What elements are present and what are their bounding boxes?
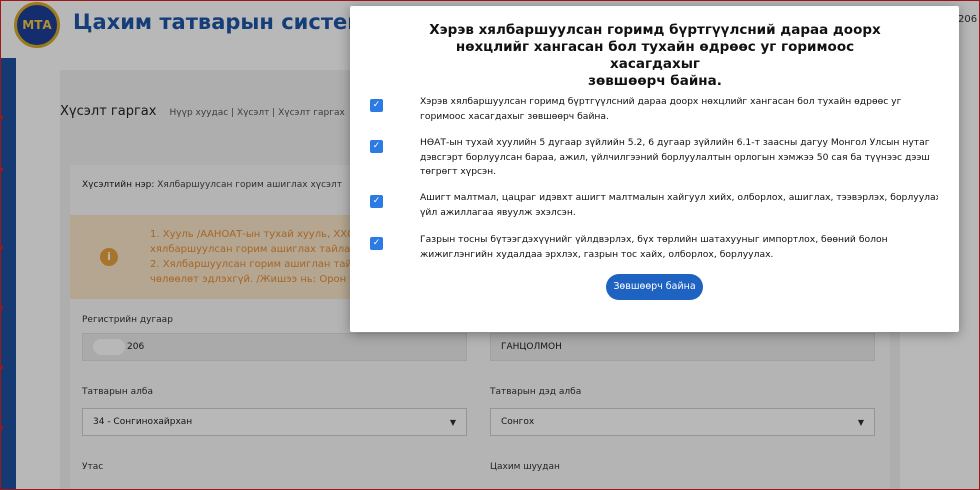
consent-modal: Хэрэв хялбаршуулсан горимд бүртгүүлсний …	[350, 6, 959, 332]
condition-text: НӨАТ-ын тухай хуулийн 5 дугаар зүйлийн 5…	[420, 136, 938, 180]
condition-line: Хэрэв хялбаршуулсан горимд бүртгүүлсний …	[420, 96, 902, 107]
condition-checkbox[interactable]: ✓	[370, 237, 383, 250]
modal-title-line: нөхцлийг хангасан бол тухайн өдрөөс уг г…	[455, 39, 855, 72]
condition-checkbox[interactable]: ✓	[370, 99, 383, 112]
condition-line: Ашигт малтмал, цацраг идэвхт ашигт малтм…	[420, 192, 938, 203]
condition-text: Хэрэв хялбаршуулсан горимд бүртгүүлсний …	[420, 95, 938, 124]
modal-title-line: Хэрэв хялбаршуулсан горимд бүртгүүлсний …	[429, 22, 881, 38]
condition-line: үйл ажиллагаа явуулж эхэлсэн.	[420, 206, 576, 218]
agree-button[interactable]: Зөвшөөрч байна	[606, 274, 703, 300]
condition-text: Ашигт малтмал, цацраг идэвхт ашигт малтм…	[420, 191, 938, 220]
condition-checkbox[interactable]: ✓	[370, 195, 383, 208]
condition-line: НӨАТ-ын тухай хуулийн 5 дугаар зүйлийн 5…	[420, 137, 930, 148]
condition-line: Газрын тосны бүтээгдэхүүнийг үйлдвэрлэх,…	[420, 234, 888, 245]
condition-checkbox[interactable]: ✓	[370, 140, 383, 153]
modal-title-line: зөвшөөрч байна.	[588, 73, 722, 89]
modal-title: Хэрэв хялбаршуулсан горимд бүртгүүлсний …	[410, 22, 900, 90]
condition-text: Газрын тосны бүтээгдэхүүнийг үйлдвэрлэх,…	[420, 233, 938, 262]
condition-line: горимоос хасагдахыг зөвшөөрч байна.	[420, 110, 609, 122]
condition-line: төгрөгт хүрсэн.	[420, 166, 497, 177]
condition-line: жижиглэнгийн худалдаа эрхлэх, газрын тос…	[420, 248, 774, 260]
condition-line: дэвсгэрт борлуулсан бараа, ажил, үйлчилг…	[420, 151, 930, 163]
